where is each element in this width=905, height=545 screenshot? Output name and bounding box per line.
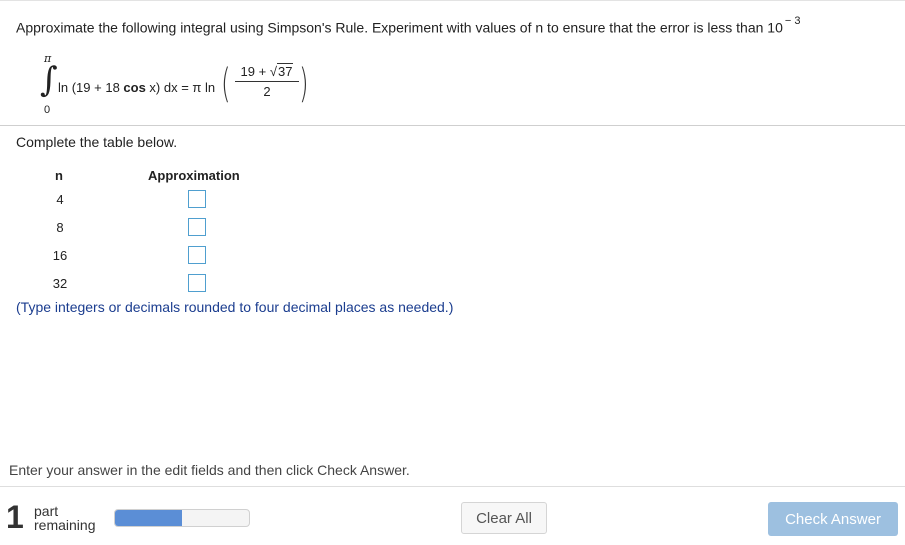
question-body: Approximate the following integral using… [16,19,783,36]
progress-fill [115,510,182,526]
approximation-input-n8[interactable] [188,218,206,236]
footer-instruction: Enter your answer in the edit fields and… [9,462,410,478]
table-prompt: Complete the table below. [16,134,178,150]
top-border [0,0,905,1]
integrand: ln (19 + 18 cos x) dx = π ln [58,80,215,95]
fraction-numerator: 19 + √37 [235,63,299,82]
approximation-input-n16[interactable] [188,246,206,264]
row-n-4: 4 [56,192,64,207]
left-paren: ( [221,61,231,107]
clear-all-button[interactable]: Clear All [461,502,547,534]
approximation-input-n32[interactable] [188,274,206,292]
error-exponent: − 3 [784,15,801,27]
divider [0,125,905,126]
lower-limit: 0 [44,104,51,116]
row-n-8: 8 [56,220,64,235]
right-paren: ) [299,61,309,107]
parts-word-remaining: remaining [34,517,96,533]
numerator-prefix: 19 + √ [240,64,277,79]
rounding-hint: (Type integers or decimals rounded to fo… [16,299,454,315]
progress-bar [114,509,250,527]
check-answer-button[interactable]: Check Answer [768,502,898,536]
row-n-32: 32 [52,276,68,291]
integrand-suffix: x) dx = π ln [145,80,216,95]
fraction: 19 + √37 2 [235,63,299,99]
fraction-denominator: 2 [263,84,271,99]
footer-divider [0,486,905,487]
approximation-input-n4[interactable] [188,190,206,208]
integral-expression: π ∫ 0 ln (19 + 18 cos x) dx = π ln ( 19 … [28,52,328,122]
integral-sign-icon: ∫ [40,60,58,100]
integrand-cos: cos [123,80,146,95]
parts-remaining-count: 1 [6,499,24,535]
row-n-16: 16 [52,248,68,263]
question-text: Approximate the following integral using… [16,15,801,36]
numerator-radicand: 37 [276,63,294,79]
header-approximation: Approximation [148,168,240,183]
parts-remaining-label: part remaining [34,504,95,532]
integrand-prefix: ln (19 + 18 [58,80,124,95]
header-n: n [55,168,63,183]
